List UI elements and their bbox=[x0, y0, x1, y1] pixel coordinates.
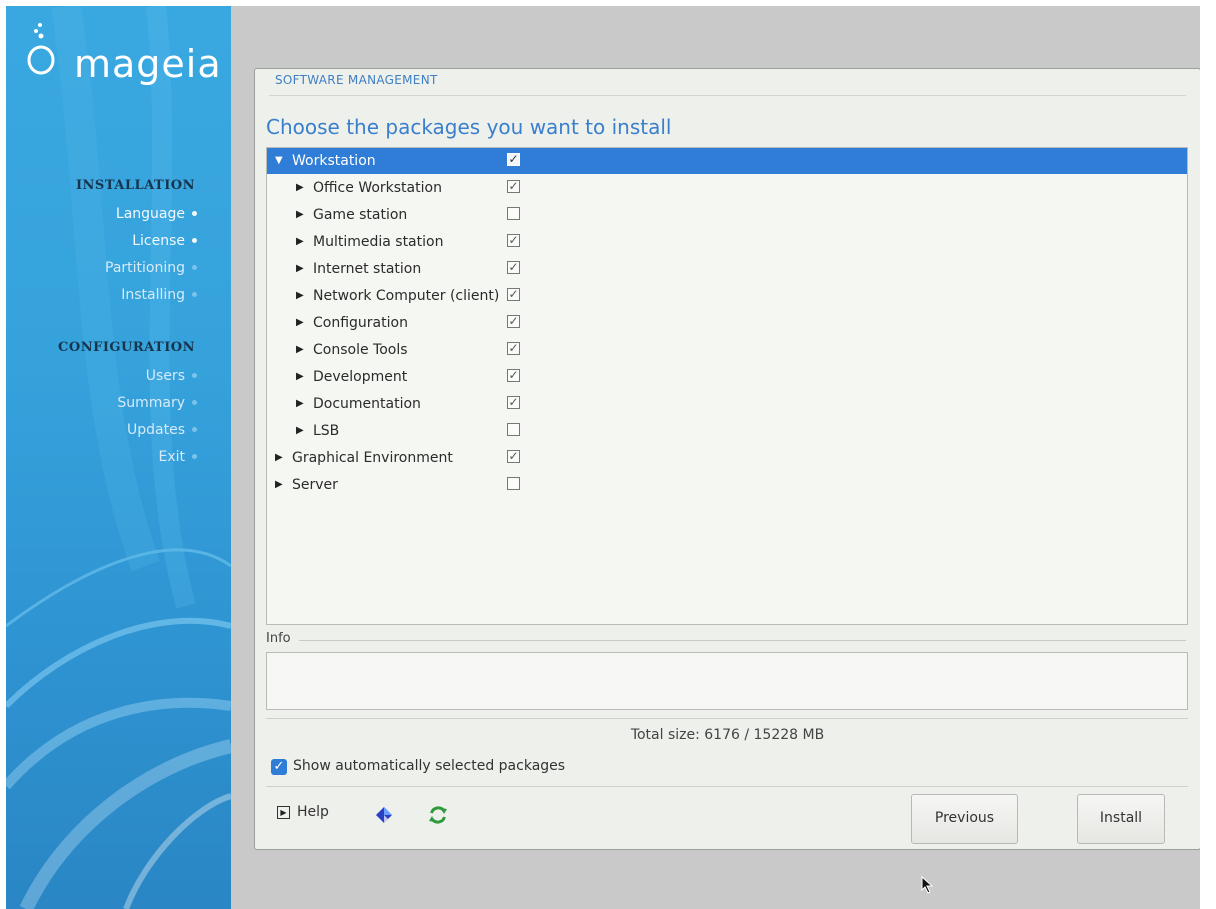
package-row[interactable]: ▶ Documentation ✓ bbox=[267, 391, 1187, 417]
software-management-panel: SOFTWARE MANAGEMENT Choose the packages … bbox=[254, 68, 1200, 850]
expand-right-icon[interactable]: ▶ bbox=[296, 371, 304, 383]
previous-button[interactable]: Previous bbox=[911, 794, 1018, 844]
info-label: Info bbox=[266, 631, 291, 646]
expand-right-icon[interactable]: ▶ bbox=[275, 452, 283, 464]
installer-screen: mageia INSTALLATION Language License Par… bbox=[6, 6, 1200, 909]
mageia-cauldron-icon bbox=[27, 23, 55, 75]
sidebar: mageia INSTALLATION Language License Par… bbox=[6, 6, 231, 909]
package-label: Server bbox=[292, 477, 338, 493]
step-dot-icon bbox=[192, 427, 197, 432]
package-checkbox[interactable]: ✓ bbox=[507, 450, 520, 463]
package-checkbox[interactable]: ✓ bbox=[507, 369, 520, 382]
refresh-icon[interactable] bbox=[427, 804, 449, 826]
mageia-logo: mageia bbox=[26, 20, 226, 84]
nav-item-partitioning: Partitioning bbox=[105, 260, 185, 276]
panel-header: SOFTWARE MANAGEMENT bbox=[275, 73, 438, 87]
step-dot-icon bbox=[192, 211, 197, 216]
package-label: Console Tools bbox=[313, 342, 408, 358]
divider bbox=[266, 718, 1188, 719]
expand-right-icon[interactable]: ▶ bbox=[296, 182, 304, 194]
package-label: Graphical Environment bbox=[292, 450, 453, 466]
package-checkbox[interactable] bbox=[507, 207, 520, 220]
package-tree[interactable]: ▼ Workstation ✓ ▶ Office Workstation ✓ ▶ Game s… bbox=[266, 147, 1188, 625]
package-label: Configuration bbox=[313, 315, 408, 331]
package-checkbox[interactable] bbox=[507, 423, 520, 436]
nav-item-summary: Summary bbox=[117, 395, 185, 411]
expand-right-icon[interactable]: ▶ bbox=[296, 209, 304, 221]
help-expander-icon: ▶ bbox=[277, 806, 290, 819]
package-checkbox[interactable] bbox=[507, 477, 520, 490]
package-label: Game station bbox=[313, 207, 408, 223]
page-title: Choose the packages you want to install bbox=[266, 115, 672, 139]
info-divider bbox=[299, 640, 1186, 641]
step-dot-icon bbox=[192, 292, 197, 297]
nav-item-users: Users bbox=[145, 368, 185, 384]
package-row[interactable]: ▶ Internet station ✓ bbox=[267, 256, 1187, 282]
nav-section-installation: INSTALLATION bbox=[75, 178, 195, 193]
package-label: Internet station bbox=[313, 261, 422, 277]
package-row[interactable]: ▶ Network Computer (client) ✓ bbox=[267, 283, 1187, 309]
info-text-area bbox=[266, 652, 1188, 710]
package-row[interactable]: ▶ Server bbox=[267, 472, 1187, 498]
package-label: Documentation bbox=[313, 396, 421, 412]
mouse-cursor-icon bbox=[921, 876, 934, 894]
package-row[interactable]: ▶ Configuration ✓ bbox=[267, 310, 1187, 336]
step-dot-icon bbox=[192, 238, 197, 243]
expand-down-icon[interactable]: ▼ bbox=[275, 155, 283, 167]
package-label: Multimedia station bbox=[313, 234, 444, 250]
package-checkbox[interactable]: ✓ bbox=[507, 234, 520, 247]
nav-item-license: License bbox=[132, 233, 185, 249]
package-checkbox[interactable]: ✓ bbox=[507, 396, 520, 409]
package-row[interactable]: ▶ Game station bbox=[267, 202, 1187, 228]
step-dot-icon bbox=[192, 400, 197, 405]
step-dot-icon bbox=[192, 454, 197, 459]
install-button[interactable]: Install bbox=[1077, 794, 1165, 844]
package-label: Network Computer (client) bbox=[313, 288, 500, 304]
step-dot-icon bbox=[192, 373, 197, 378]
divider bbox=[266, 786, 1188, 787]
package-checkbox[interactable]: ✓ bbox=[507, 315, 520, 328]
package-row[interactable]: ▶ Graphical Environment ✓ bbox=[267, 445, 1187, 471]
package-row[interactable]: ▶ LSB bbox=[267, 418, 1187, 444]
total-size: Total size: 6176 / 15228 MB bbox=[630, 727, 825, 743]
package-row[interactable]: ▶ Office Workstation ✓ bbox=[267, 175, 1187, 201]
sidebar-background-swirl bbox=[6, 6, 231, 909]
expand-right-icon[interactable]: ▶ bbox=[296, 344, 304, 356]
package-checkbox[interactable]: ✓ bbox=[507, 153, 520, 166]
package-row[interactable]: ▶ Development ✓ bbox=[267, 364, 1187, 390]
expand-right-icon[interactable]: ▶ bbox=[296, 263, 304, 275]
package-label: Development bbox=[313, 369, 408, 385]
step-dot-icon bbox=[192, 265, 197, 270]
nav-item-updates: Updates bbox=[127, 422, 185, 438]
package-label: Workstation bbox=[292, 153, 376, 169]
package-label: LSB bbox=[313, 423, 340, 439]
expand-right-icon[interactable]: ▶ bbox=[296, 290, 304, 302]
package-checkbox[interactable]: ✓ bbox=[507, 180, 520, 193]
package-row[interactable]: ▶ Console Tools ✓ bbox=[267, 337, 1187, 363]
nav-section-configuration: CONFIGURATION bbox=[58, 340, 195, 355]
package-row[interactable]: ▼ Workstation ✓ bbox=[267, 148, 1187, 174]
package-checkbox[interactable]: ✓ bbox=[507, 342, 520, 355]
nav-item-exit: Exit bbox=[158, 449, 185, 465]
expand-right-icon[interactable]: ▶ bbox=[296, 425, 304, 437]
show-automatic-packages-label[interactable]: Show automatically selected packages bbox=[293, 758, 565, 774]
package-row[interactable]: ▶ Multimedia station ✓ bbox=[267, 229, 1187, 255]
header-divider bbox=[269, 95, 1186, 96]
expand-right-icon[interactable]: ▶ bbox=[296, 398, 304, 410]
nav-item-installing: Installing bbox=[121, 287, 185, 303]
expand-right-icon[interactable]: ▶ bbox=[296, 236, 304, 248]
package-label: Office Workstation bbox=[313, 180, 442, 196]
brand-name: mageia bbox=[74, 42, 222, 86]
expand-right-icon[interactable]: ▶ bbox=[275, 479, 283, 491]
help-label: Help bbox=[297, 804, 329, 820]
show-automatic-packages-checkbox[interactable]: ✓ bbox=[271, 759, 287, 775]
nav-item-language: Language bbox=[115, 206, 185, 222]
package-checkbox[interactable]: ✓ bbox=[507, 288, 520, 301]
package-checkbox[interactable]: ✓ bbox=[507, 261, 520, 274]
expand-right-icon[interactable]: ▶ bbox=[296, 317, 304, 329]
diamond-icon[interactable] bbox=[373, 804, 395, 826]
